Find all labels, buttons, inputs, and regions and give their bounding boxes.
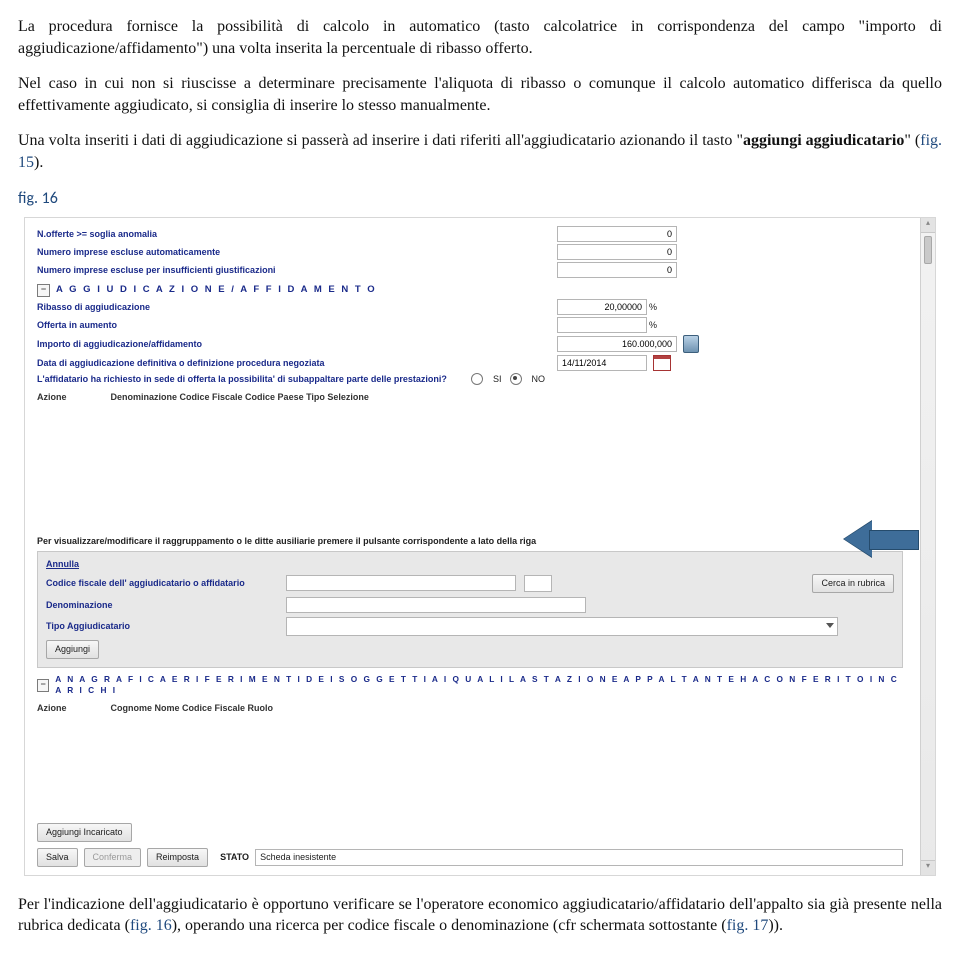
scroll-down-icon[interactable]: ▾ (921, 860, 935, 875)
escluse-label: Numero imprese escluse automaticamente (37, 246, 557, 258)
cf-input[interactable] (286, 575, 516, 591)
annulla-link[interactable]: Annulla (46, 559, 79, 569)
importo-label: Importo di aggiudicazione/affidamento (37, 338, 557, 350)
conferma-button[interactable]: Conferma (84, 848, 142, 867)
calendar-icon[interactable] (653, 355, 671, 371)
section2-collapse-icon[interactable]: − (37, 679, 49, 692)
fig-17-ref: fig. 17 (727, 917, 769, 934)
radio-no[interactable] (510, 373, 522, 385)
escluse-input[interactable] (557, 244, 677, 260)
data-input[interactable] (557, 355, 647, 371)
radio-si-label: SI (493, 373, 502, 385)
tipo-label: Tipo Aggiudicatario (46, 620, 286, 632)
importo-input[interactable] (557, 336, 677, 352)
paragraph-4c: )). (768, 917, 783, 934)
stato-value: Scheda inesistente (255, 849, 903, 866)
paragraph-4: Per l'indicazione dell'aggiudicatario è … (18, 894, 942, 937)
section2-title: A N A G R A F I C A E R I F E R I M E N … (55, 674, 903, 696)
calculator-icon[interactable] (683, 335, 699, 353)
paragraph-3: Una volta inseriti i dati di aggiudicazi… (18, 130, 942, 173)
th-azione: Azione (37, 391, 67, 403)
paragraph-3-bold: aggiungi aggiudicatario (743, 132, 904, 149)
richiesto-label: L'affidatario ha richiesto in sede di of… (37, 373, 467, 385)
nofferte-input[interactable] (557, 226, 677, 242)
paragraph-2: Nel caso in cui non si riuscisse a deter… (18, 73, 942, 116)
offerta-percent: % (649, 319, 657, 331)
screenshot-fig16: ▴ ▾ N.offerte >= soglia anomalia Numero … (24, 217, 936, 876)
aggiudicatario-panel: Annulla Codice fiscale dell' aggiudicata… (37, 551, 903, 668)
paragraph-3c: " ( (904, 132, 920, 149)
ribasso-percent: % (649, 301, 657, 313)
insuff-label: Numero imprese escluse per insufficienti… (37, 264, 557, 276)
reimposta-button[interactable]: Reimposta (147, 848, 208, 867)
th-rest: Denominazione Codice Fiscale Codice Paes… (111, 391, 369, 403)
paragraph-3d: ). (34, 154, 43, 171)
scroll-thumb[interactable] (924, 236, 932, 264)
raggruppamento-note: Per visualizzare/modificare il raggruppa… (37, 535, 903, 547)
cf-label: Codice fiscale dell' aggiudicatario o af… (46, 577, 286, 589)
section1-collapse-icon[interactable]: − (37, 284, 50, 297)
tipo-select[interactable] (286, 617, 838, 636)
stato-label: STATO (220, 851, 249, 863)
aggiungi-button[interactable]: Aggiungi (46, 640, 99, 659)
offerta-input[interactable] (557, 317, 647, 333)
fig-16-ref: fig. 16 (130, 917, 172, 934)
cerca-rubrica-button[interactable]: Cerca in rubrica (812, 574, 894, 593)
th2-azione: Azione (37, 702, 67, 714)
ribasso-label: Ribasso di aggiudicazione (37, 301, 557, 313)
th2-rest: Cognome Nome Codice Fiscale Ruolo (111, 702, 274, 714)
denominazione-label: Denominazione (46, 599, 286, 611)
paragraph-1: La procedura fornisce la possibilità di … (18, 16, 942, 59)
aggiungi-incaricato-button[interactable]: Aggiungi Incaricato (37, 823, 132, 842)
denominazione-input[interactable] (286, 597, 586, 613)
salva-button[interactable]: Salva (37, 848, 78, 867)
radio-no-label: NO (532, 373, 546, 385)
scroll-up-icon[interactable]: ▴ (921, 218, 935, 233)
scrollbar[interactable]: ▴ ▾ (920, 218, 935, 875)
paragraph-3a: Una volta inseriti i dati di aggiudicazi… (18, 132, 743, 149)
fig-16-label: fig. 16 (18, 188, 942, 210)
insuff-input[interactable] (557, 262, 677, 278)
section1-title: A G G I U D I C A Z I O N E / A F F I D … (56, 284, 377, 297)
cf-mini-input[interactable] (524, 575, 552, 592)
nofferte-label: N.offerte >= soglia anomalia (37, 228, 557, 240)
ribasso-input[interactable] (557, 299, 647, 315)
data-label: Data di aggiudicazione definitiva o defi… (37, 357, 557, 369)
offerta-label: Offerta in aumento (37, 319, 557, 331)
paragraph-4b: ), operando una ricerca per codice fisca… (172, 917, 727, 934)
radio-si[interactable] (471, 373, 483, 385)
